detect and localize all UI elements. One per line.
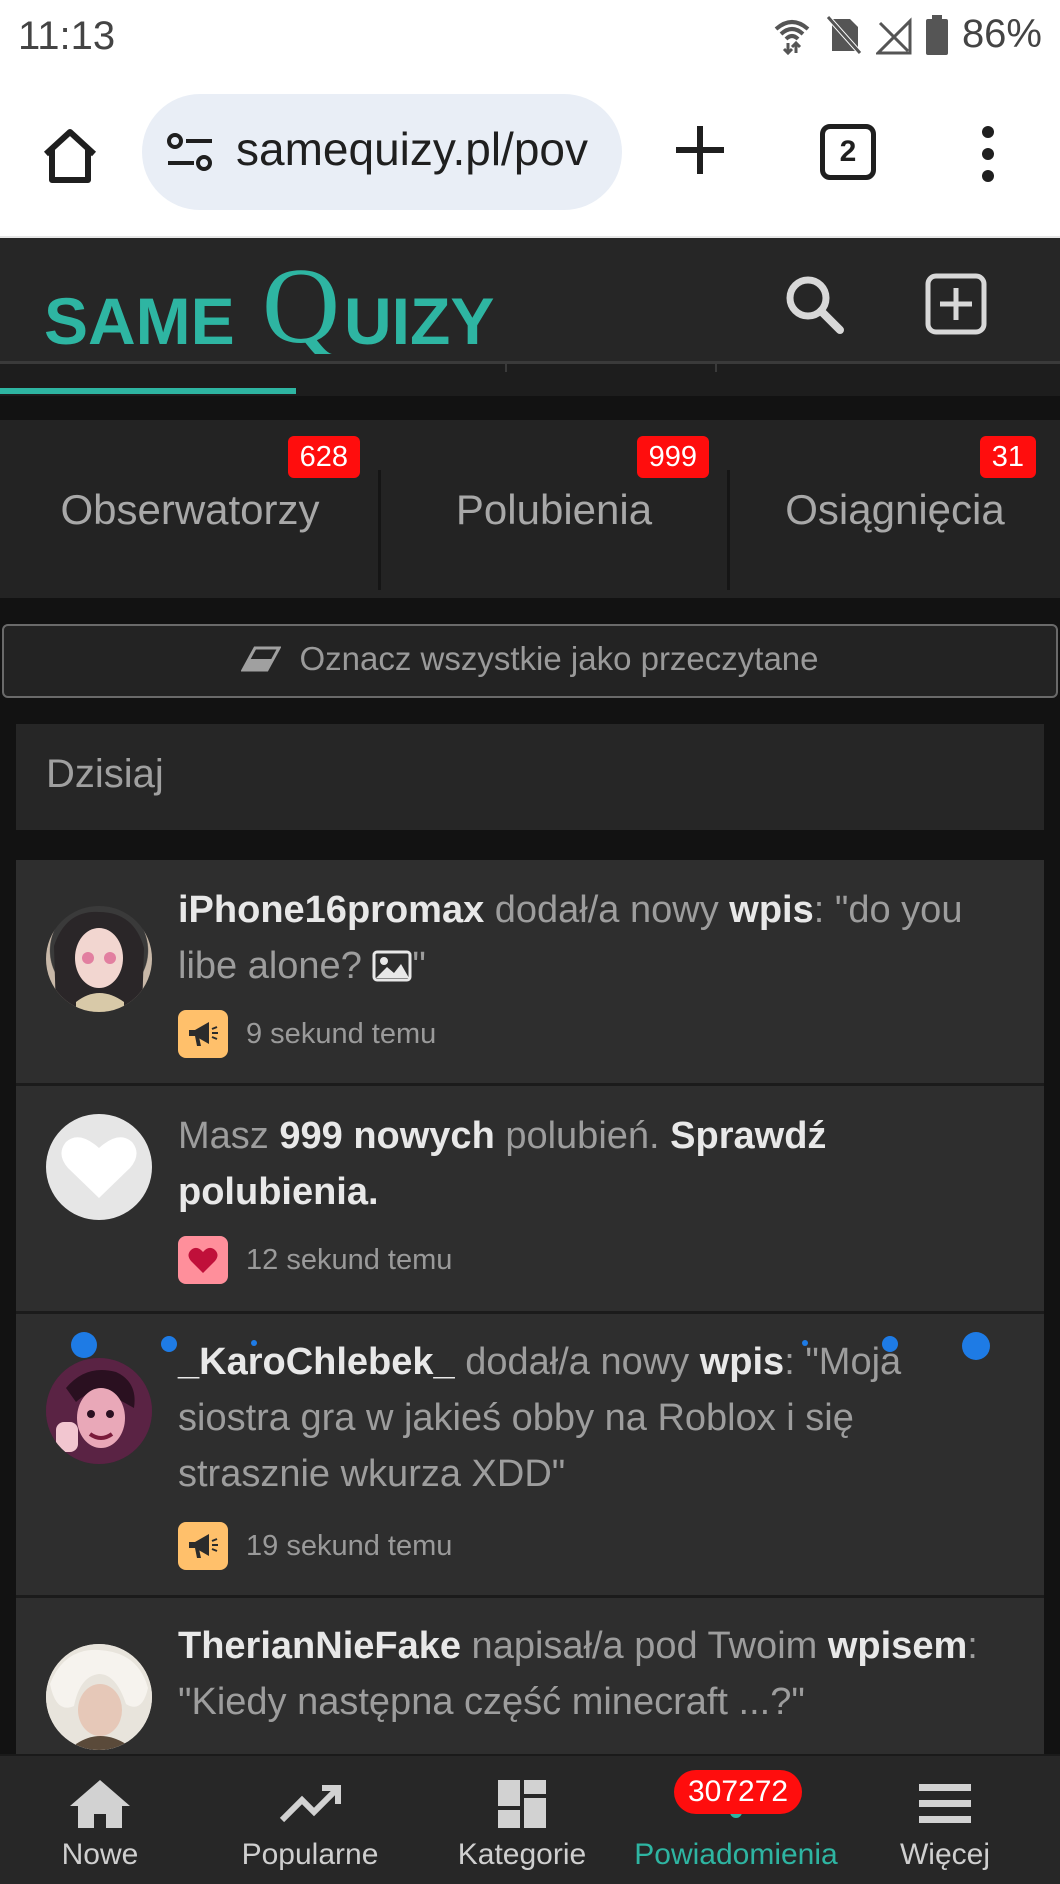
browser-toolbar: samequizy.pl/pov 2 (0, 74, 1060, 238)
tabs-button[interactable]: 2 (820, 124, 876, 180)
list-item[interactable]: TherianNieFake napisał/a pod Twoim wpise… (16, 1598, 1044, 1755)
tab-followers[interactable]: Obserwatorzy 628 (0, 420, 380, 598)
nav-label: Popularne (241, 1838, 379, 1871)
timestamp: 12 sekund temu (246, 1243, 453, 1276)
touch-indicator (962, 1332, 990, 1360)
nav-more[interactable]: Więcej (850, 1756, 1040, 1884)
battery-icon (925, 14, 948, 55)
list-item[interactable]: Masz 999 nowych polubień. Sprawdź polubi… (16, 1086, 1044, 1314)
followers-count-badge: 628 (287, 436, 360, 478)
username[interactable]: TherianNieFake (178, 1625, 461, 1667)
notification-list: iPhone16promax dodał/a nowy wpis: "do yo… (16, 860, 1044, 1755)
timestamp: 19 sekund temu (246, 1529, 453, 1562)
tab-label: Obserwatorzy (60, 486, 320, 533)
post-link[interactable]: wpis (729, 889, 813, 931)
list-item[interactable]: _KaroChlebek_ dodał/a nowy wpis: "Moja s… (16, 1314, 1044, 1598)
mark-all-read-label: Oznacz wszystkie jako przeczytane (299, 640, 819, 677)
status-time: 11:13 (18, 14, 116, 58)
subnav-divider (505, 364, 507, 372)
dashboard-icon (498, 1780, 546, 1828)
plus-icon[interactable] (672, 122, 728, 178)
touch-indicator (161, 1336, 177, 1352)
active-section-indicator (0, 388, 296, 394)
heart-icon (178, 1236, 228, 1284)
search-icon[interactable] (784, 274, 844, 334)
avatar[interactable] (46, 1114, 152, 1220)
tab-achievements[interactable]: Osiągnięcia 31 (730, 420, 1060, 598)
site-header: SAME Q UIZY (0, 238, 1060, 364)
nav-categories[interactable]: Kategorie (422, 1756, 622, 1884)
post-link[interactable]: wpisem (828, 1625, 967, 1667)
nav-notifications[interactable]: 307272 Powiadomienia (626, 1756, 846, 1884)
bottom-navigation: Nowe Popularne Kategorie 307272 Powiadom… (0, 1754, 1060, 1884)
notification-tabs: Obserwatorzy 628 Polubienia 999 Osiągnię… (0, 420, 1060, 598)
nav-popular[interactable]: Popularne (210, 1756, 410, 1884)
samequizy-logo[interactable]: SAME Q UIZY (44, 244, 524, 354)
home-icon[interactable] (36, 122, 104, 190)
touch-indicator (251, 1340, 257, 1346)
nav-label: Kategorie (457, 1838, 587, 1871)
timestamp: 9 sekund temu (246, 1017, 437, 1050)
notification-text: iPhone16promax dodał/a nowy wpis: "do yo… (178, 889, 963, 987)
url-text[interactable]: samequizy.pl/pov (236, 122, 588, 176)
address-bar[interactable]: samequizy.pl/pov (142, 94, 622, 210)
heart-icon (61, 1137, 137, 1198)
avatar[interactable] (46, 906, 152, 1012)
overflow-menu-icon[interactable] (976, 124, 1000, 184)
svg-text:UIZY: UIZY (344, 284, 494, 354)
add-content-icon[interactable] (924, 272, 988, 336)
svg-text:Q: Q (262, 247, 340, 354)
notification-text: Masz 999 nowych polubień. Sprawdź polubi… (178, 1115, 827, 1213)
avatar[interactable] (46, 1644, 152, 1750)
home-icon (70, 1780, 130, 1828)
tune-icon[interactable] (166, 132, 214, 172)
no-sim-icon (826, 14, 862, 55)
eraser-icon (241, 646, 282, 672)
trending-icon (279, 1785, 341, 1823)
mark-all-read-button[interactable]: Oznacz wszystkie jako przeczytane (2, 624, 1058, 698)
likes-count: 999 nowych (279, 1115, 495, 1157)
avatar[interactable] (46, 1358, 152, 1464)
nav-label: Więcej (899, 1838, 990, 1871)
wifi-icon (774, 19, 810, 55)
image-icon (372, 950, 412, 982)
day-header: Dzisiaj (16, 724, 1044, 830)
achievements-count-badge: 31 (979, 436, 1036, 478)
signal-off-icon (875, 16, 912, 54)
list-item[interactable]: iPhone16promax dodał/a nowy wpis: "do yo… (16, 860, 1044, 1086)
nav-new[interactable]: Nowe (0, 1756, 200, 1884)
megaphone-icon (178, 1010, 228, 1058)
touch-indicator (71, 1332, 97, 1358)
notification-text: _KaroChlebek_ dodał/a nowy wpis: "Moja s… (178, 1341, 902, 1495)
touch-indicator (802, 1340, 808, 1346)
username[interactable]: _KaroChlebek_ (178, 1341, 455, 1383)
tab-likes[interactable]: Polubienia 999 (381, 420, 727, 598)
sub-navigation (0, 364, 1060, 396)
battery-percent: 86% (961, 12, 1042, 56)
post-link[interactable]: wpis (700, 1341, 784, 1383)
subnav-divider (715, 364, 717, 372)
megaphone-icon (178, 1522, 228, 1570)
day-header-label: Dzisiaj (46, 752, 164, 796)
nav-label: Powiadomienia (634, 1838, 838, 1871)
username[interactable]: iPhone16promax (178, 889, 484, 931)
status-bar: 11:13 86% (0, 0, 1060, 74)
tab-label: Osiągnięcia (785, 486, 1005, 533)
svg-text:SAME: SAME (44, 284, 235, 354)
menu-icon (919, 1784, 971, 1823)
tab-label: Polubienia (455, 486, 653, 533)
nav-label: Nowe (61, 1838, 139, 1871)
likes-count-badge: 999 (636, 436, 709, 478)
notification-text: TherianNieFake napisał/a pod Twoim wpise… (178, 1625, 978, 1723)
notification-count-badge: 307272 (674, 1770, 803, 1814)
touch-indicator (882, 1336, 898, 1352)
